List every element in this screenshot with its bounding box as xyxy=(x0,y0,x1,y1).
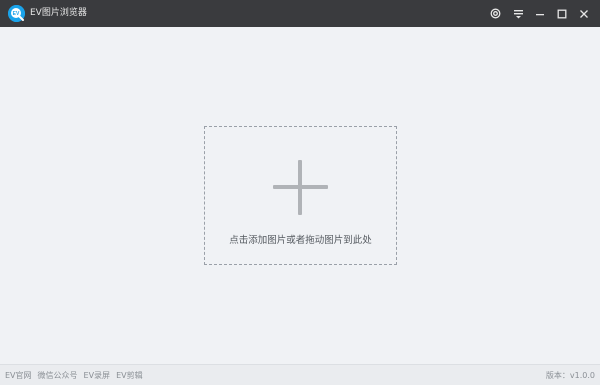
footer-links: EV官网 微信公众号 EV录屏 EV剪辑 xyxy=(5,370,143,381)
link-ev-website[interactable]: EV官网 xyxy=(5,370,32,381)
link-ev-recorder[interactable]: EV录屏 xyxy=(84,370,111,381)
close-icon xyxy=(580,9,588,18)
maximize-icon xyxy=(557,9,567,18)
settings-icon xyxy=(490,8,500,19)
settings-button[interactable] xyxy=(485,4,505,23)
minimize-button[interactable] xyxy=(530,4,550,23)
close-button[interactable] xyxy=(574,4,594,23)
drop-zone-hint: 点击添加图片或者拖动图片到此处 xyxy=(229,235,372,246)
image-drop-zone[interactable]: 点击添加图片或者拖动图片到此处 xyxy=(204,126,397,265)
link-ev-editor[interactable]: EV剪辑 xyxy=(116,370,143,381)
menu-button[interactable] xyxy=(508,4,528,23)
ev-logo-icon: EV xyxy=(8,5,25,22)
link-wechat-account[interactable]: 微信公众号 xyxy=(38,370,78,381)
main-content: 点击添加图片或者拖动图片到此处 xyxy=(0,27,600,364)
app-title: EV图片浏览器 xyxy=(30,8,87,18)
version-label: 版本：v1.0.0 xyxy=(545,371,595,380)
minimize-icon xyxy=(536,13,544,15)
maximize-button[interactable] xyxy=(552,4,572,23)
status-bar: EV官网 微信公众号 EV录屏 EV剪辑 版本：v1.0.0 xyxy=(0,364,600,385)
plus-icon xyxy=(273,160,328,215)
title-bar: EV EV图片浏览器 xyxy=(0,0,600,27)
menu-dropdown-icon xyxy=(513,9,523,18)
